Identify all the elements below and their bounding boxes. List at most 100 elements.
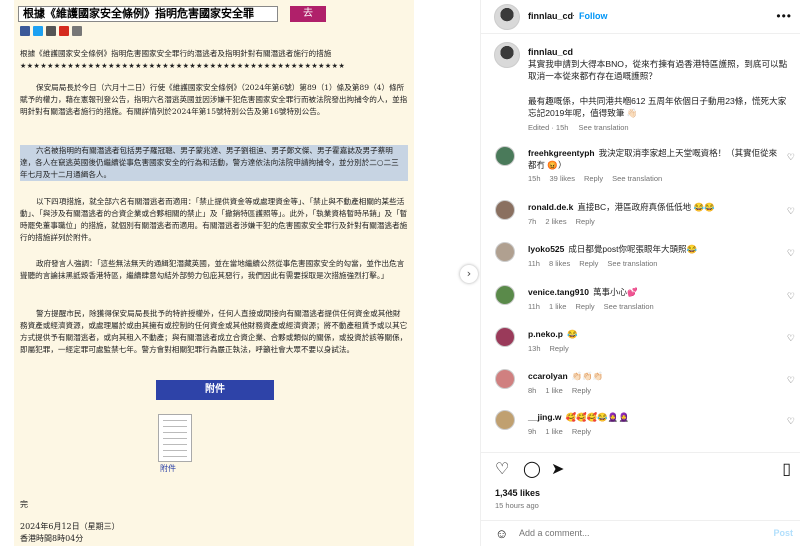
caption-edited: Edited · 15h bbox=[528, 123, 569, 132]
paragraph-4: 政府發言人強調：「這些無法無天的通緝犯潛藏英國，並在當地繼續公然從事危害國家安全… bbox=[20, 259, 405, 280]
document-search-bar: 根據《維護國家安全條例》指明危害國家安全罪 去 bbox=[18, 5, 326, 23]
avatar[interactable] bbox=[495, 369, 515, 389]
caption-text-1: 其實我申請到大得本BNO，從來冇揀有過香港特區護照，到底可以點取消一本從來都冇存… bbox=[528, 59, 788, 82]
comment-item: p.neko.p 😂 13h Reply ♡ bbox=[481, 327, 800, 367]
comment-time: 9h bbox=[528, 427, 537, 436]
comment-text: 👏🏻👏🏻👏🏻 bbox=[571, 371, 604, 381]
heart-icon[interactable]: ♡ bbox=[495, 462, 509, 478]
avatar[interactable] bbox=[494, 42, 520, 68]
caption-meta: Edited · 15h See translation bbox=[528, 123, 637, 132]
comment-meta: 11h 1 like Reply See translation bbox=[528, 302, 663, 311]
comment-username[interactable]: freehkgreentyph bbox=[528, 148, 595, 158]
header-username[interactable]: finnlau_cd bbox=[528, 11, 573, 21]
comment-likes[interactable]: 39 likes bbox=[550, 174, 575, 183]
attachment-thumbnail[interactable] bbox=[158, 414, 192, 462]
paragraph-5: 警方提醒市民，除獲得保安局局長批予的特許授權外，任何人直接或間接向有關潛逃者提供… bbox=[20, 309, 408, 354]
comment-username[interactable]: lyoko525 bbox=[528, 244, 564, 254]
comment-body: p.neko.p 😂 bbox=[528, 329, 778, 341]
avatar[interactable] bbox=[495, 285, 515, 305]
comment-like-heart-icon[interactable]: ♡ bbox=[787, 206, 795, 217]
comment-text: 萬事小心💕 bbox=[592, 287, 638, 297]
comment-meta: 7h 2 likes Reply bbox=[528, 217, 604, 226]
attachment-link[interactable]: 附件 bbox=[160, 463, 176, 474]
post-header: finnlau_cd · Follow ••• bbox=[481, 0, 800, 34]
avatar[interactable] bbox=[495, 410, 515, 430]
comment-item: venice.tang910 萬事小心💕 11h 1 like Reply See tra… bbox=[481, 285, 800, 325]
twitter-icon[interactable] bbox=[33, 26, 43, 36]
comment-like-heart-icon[interactable]: ♡ bbox=[787, 416, 795, 427]
share-icon[interactable]: ➤ bbox=[551, 462, 564, 478]
document-title: 根據《維護國家安全條例》指明危害國家安全罪行的潛逃者及指明針對有關潛逃者施行的措… bbox=[20, 49, 332, 58]
stars-divider: ★★★★★★★★★★★★★★★★★★★★★★★★★★★★★★★★★★★★★★★★… bbox=[20, 62, 346, 70]
comment-likes[interactable]: 8 likes bbox=[549, 259, 570, 268]
comment-like-heart-icon[interactable]: ♡ bbox=[787, 248, 795, 259]
bookmark-icon[interactable]: ▯ bbox=[782, 462, 791, 478]
reply-button[interactable]: Reply bbox=[572, 386, 591, 395]
comment-username[interactable]: ronald.de.k bbox=[528, 202, 573, 212]
comment-time: 8h bbox=[528, 386, 537, 395]
more-options-icon[interactable]: ••• bbox=[776, 9, 792, 23]
comment-body: ronald.de.k 直接BC，港區政府真係低低地 😂😂 bbox=[528, 202, 778, 214]
comment-time: 15h bbox=[528, 174, 541, 183]
document-search-input[interactable]: 根據《維護國家安全條例》指明危害國家安全罪 bbox=[18, 6, 278, 22]
comment-username[interactable]: venice.tang910 bbox=[528, 287, 589, 297]
comment-text: 成日都覺post你呢張眼年大頭照😂 bbox=[568, 244, 698, 254]
caption-username[interactable]: finnlau_cd bbox=[528, 47, 573, 57]
print-icon[interactable] bbox=[72, 26, 82, 36]
comment-likes[interactable]: 2 likes bbox=[545, 217, 566, 226]
reply-button[interactable]: Reply bbox=[575, 302, 594, 311]
comment-likes[interactable]: 1 like bbox=[545, 427, 563, 436]
chevron-right-icon: › bbox=[466, 267, 472, 280]
avatar[interactable] bbox=[494, 4, 520, 30]
avatar[interactable] bbox=[495, 242, 515, 262]
email-icon[interactable] bbox=[46, 26, 56, 36]
caption-text-2: 最有趣嘅係，中共同港共嗰612 五周年依個日子動用23條，慌死大家忘記2019年… bbox=[528, 96, 787, 119]
reply-button[interactable]: Reply bbox=[576, 217, 595, 226]
comment-item: __jing.w 🥰🥰🥰😂🧕🧕 9h 1 like Reply ♡ bbox=[481, 410, 800, 450]
emoji-icon[interactable]: ☺ bbox=[495, 526, 508, 541]
next-slide-button[interactable]: › bbox=[460, 265, 478, 283]
comment-body: lyoko525 成日都覺post你呢張眼年大頭照😂 bbox=[528, 244, 778, 256]
go-button[interactable]: 去 bbox=[290, 6, 326, 22]
facebook-icon[interactable] bbox=[20, 26, 30, 36]
comment-time: 7h bbox=[528, 217, 537, 226]
comment-icon[interactable]: ◯ bbox=[523, 462, 541, 478]
see-translation-link[interactable]: See translation bbox=[607, 259, 657, 268]
see-translation-link[interactable]: See translation bbox=[579, 123, 629, 132]
comment-likes[interactable]: 1 like bbox=[545, 386, 563, 395]
paragraph-2-highlighted: 六名被指明的有關潛逃者包括男子羅冠聰、男子蒙兆達、男子劉祖迪、男子鄭文傑、男子霍… bbox=[20, 145, 408, 181]
comment-like-heart-icon[interactable]: ♡ bbox=[787, 152, 795, 163]
post-button[interactable]: Post bbox=[773, 528, 793, 538]
attachment-button[interactable]: 附件 bbox=[156, 380, 274, 400]
comment-username[interactable]: ccarolyan bbox=[528, 371, 568, 381]
avatar[interactable] bbox=[495, 200, 515, 220]
reply-button[interactable]: Reply bbox=[550, 344, 569, 353]
comment-like-heart-icon[interactable]: ♡ bbox=[787, 291, 795, 302]
comment-likes[interactable]: 1 like bbox=[549, 302, 567, 311]
follow-button[interactable]: Follow bbox=[579, 11, 608, 21]
comment-time: 13h bbox=[528, 344, 541, 353]
reply-button[interactable]: Reply bbox=[579, 259, 598, 268]
weibo-icon[interactable] bbox=[59, 26, 69, 36]
comment-text: 😂 bbox=[566, 329, 578, 339]
comment-item: freehkgreentyph 我決定取消李家超上天堂嘅資格！（其實佢從來都冇 😡… bbox=[481, 146, 800, 186]
likes-count[interactable]: 1,345 likes bbox=[495, 488, 540, 498]
reply-button[interactable]: Reply bbox=[584, 174, 603, 183]
paragraph-3: 以下四項措施，就全部六名有關潛逃者而適用：「禁止提供資金等或處理資金等」、「禁止… bbox=[20, 197, 408, 242]
comment-body: __jing.w 🥰🥰🥰😂🧕🧕 bbox=[528, 412, 778, 424]
comment-input[interactable] bbox=[519, 528, 749, 538]
avatar[interactable] bbox=[495, 146, 515, 166]
comment-like-heart-icon[interactable]: ♡ bbox=[787, 333, 795, 344]
comment-username[interactable]: p.neko.p bbox=[528, 329, 563, 339]
comment-time: 11h bbox=[528, 259, 540, 268]
comment-username[interactable]: __jing.w bbox=[528, 412, 562, 422]
post-actions: ♡ ◯ ➤ ▯ bbox=[481, 452, 800, 482]
see-translation-link[interactable]: See translation bbox=[604, 302, 654, 311]
comment-item: ccarolyan 👏🏻👏🏻👏🏻 8h 1 like Reply ♡ bbox=[481, 369, 800, 409]
comment-meta: 11h 8 likes Reply See translation bbox=[528, 259, 666, 268]
share-icons-row bbox=[20, 26, 82, 36]
avatar[interactable] bbox=[495, 327, 515, 347]
see-translation-link[interactable]: See translation bbox=[612, 174, 662, 183]
comment-like-heart-icon[interactable]: ♡ bbox=[787, 375, 795, 386]
reply-button[interactable]: Reply bbox=[572, 427, 591, 436]
